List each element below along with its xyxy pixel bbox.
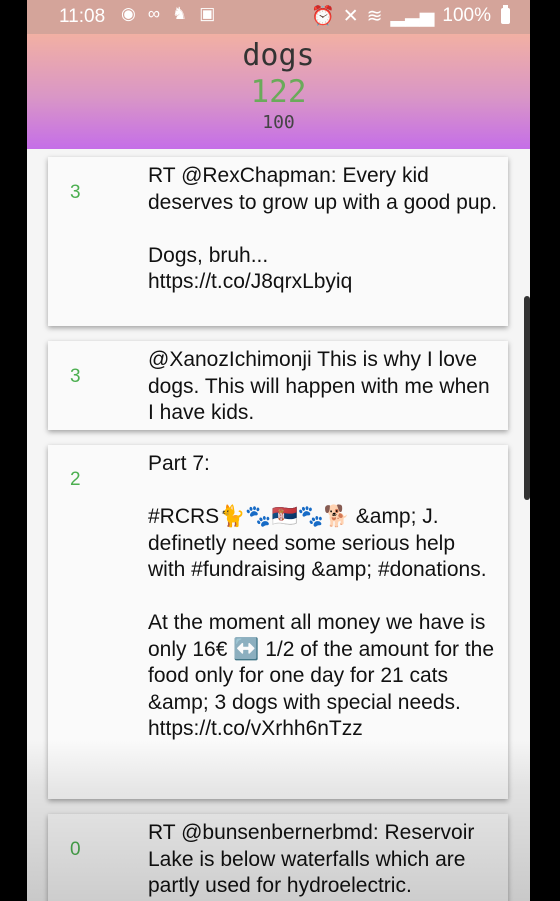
tweet-score: 0: [70, 839, 81, 860]
tweet-card[interactable]: 0 RT @bunsenbernerbmd: Reservoir Lake is…: [48, 814, 508, 901]
tweet-text: RT @bunsenbernerbmd: Reservoir Lake is b…: [148, 821, 475, 897]
scrollbar-thumb[interactable]: [524, 296, 530, 500]
wifi-icon: ≋: [366, 5, 383, 27]
status-icons-right: ⏰ ✕ ≋ ▂▃▅ 100%: [311, 4, 510, 28]
notification-icon: ♞: [171, 4, 188, 23]
topic-subcount: 100: [262, 112, 295, 133]
topic-header: dogs 122 100: [27, 34, 530, 149]
tweet-text: RT @RexChapman: Every kid deserves to gr…: [148, 164, 498, 293]
battery-icon: [501, 5, 510, 24]
tweet-score: 2: [70, 469, 81, 490]
topic-title: dogs: [242, 38, 315, 73]
status-bar: 11:08 ◉ ∞ ♞ ▣ ⏰ ✕ ≋ ▂▃▅ 100%: [27, 0, 530, 34]
signal-icon: ▂▃▅: [390, 5, 435, 27]
voicemail-icon: ∞: [147, 4, 160, 23]
tweet-score: 3: [70, 366, 81, 387]
app-screen: 11:08 ◉ ∞ ♞ ▣ ⏰ ✕ ≋ ▂▃▅ 100% dogs 122 10…: [27, 0, 530, 901]
tweet-card[interactable]: 3 RT @RexChapman: Every kid deserves to …: [48, 157, 508, 326]
tweet-card[interactable]: 2 Part 7: #RCRS🐈🐾🇷🇸🐾🐕 &amp; J. definetly…: [48, 445, 508, 799]
status-time: 11:08: [59, 6, 106, 27]
tweet-score: 3: [70, 182, 81, 203]
tweet-feed[interactable]: 3 RT @RexChapman: Every kid deserves to …: [27, 149, 530, 901]
topic-count: 122: [250, 74, 307, 110]
tweet-text: Part 7: #RCRS🐈🐾🇷🇸🐾🐕 &amp; J. definetly n…: [148, 452, 495, 740]
spotify-icon: ◉: [121, 4, 136, 23]
mute-icon: ✕: [342, 5, 359, 27]
alarm-icon: ⏰: [311, 6, 335, 27]
screenshot-icon: ▣: [199, 4, 216, 23]
tweet-card[interactable]: 3 @XanozIchimonji This is why I love dog…: [48, 341, 508, 430]
tweet-text: @XanozIchimonji This is why I love dogs.…: [148, 348, 490, 424]
status-icons-left: ◉ ∞ ♞ ▣: [121, 4, 215, 24]
battery-label: 100%: [442, 5, 491, 26]
